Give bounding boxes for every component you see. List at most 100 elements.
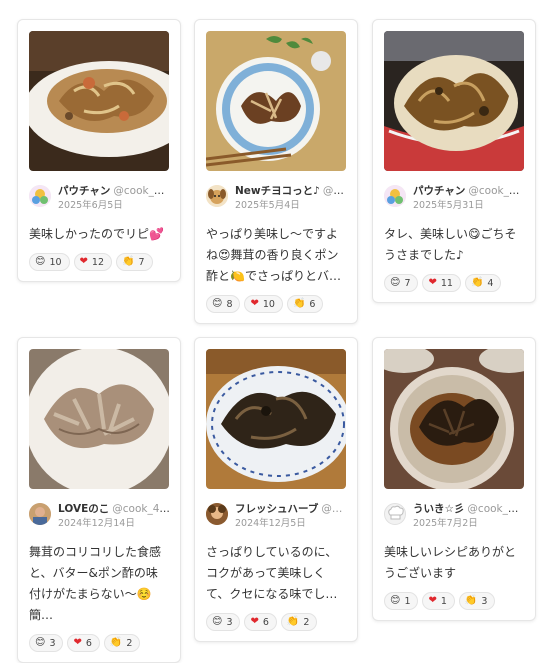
comment-card[interactable]: Newチヨコっと♪ @c… 2025年5月4日 やっぱり美味し〜ですよね😍舞茸の香… — [194, 19, 358, 324]
avatar[interactable] — [29, 503, 51, 525]
clap-reaction-button[interactable]: 👏 2 — [280, 613, 318, 631]
reaction-count: 3 — [226, 616, 233, 628]
author-handle: @cook_40… — [112, 503, 170, 515]
smile-reaction-button[interactable]: 😊 7 — [384, 274, 419, 292]
heart-reaction-button[interactable]: ❤ 10 — [244, 295, 283, 313]
clap-reaction-button[interactable]: 👏 6 — [286, 295, 324, 313]
heart-reaction-button[interactable]: ❤ 6 — [244, 613, 277, 631]
reaction-count: 3 — [49, 637, 56, 649]
dish-photo[interactable] — [384, 31, 524, 171]
comment-date: 2025年6月5日 — [58, 200, 123, 211]
comment-text: やっぱり美味し〜ですよね😍舞茸の香り良くポン酢と🍋でさっぱりとバ… — [206, 227, 341, 283]
clap-emoji-icon: 👏 — [464, 595, 478, 606]
reaction-count: 11 — [440, 277, 453, 289]
author-name[interactable]: パウチャン — [413, 185, 465, 197]
author-row: フレッシュハーブ @… 2024年12月5日 — [206, 502, 346, 530]
avatar[interactable] — [206, 503, 228, 525]
reaction-bar: 😊 8 ❤ 10 👏 6 — [206, 295, 346, 313]
chef-hat-icon — [388, 505, 404, 520]
heart-emoji-icon: ❤ — [428, 277, 437, 288]
clap-reaction-button[interactable]: 👏 3 — [458, 592, 496, 610]
heart-emoji-icon: ❤ — [250, 298, 259, 309]
smile-reaction-button[interactable]: 😊 3 — [206, 613, 241, 631]
dish-photo[interactable] — [384, 349, 524, 489]
comment-text: さっぱりしているのに、コクがあって美味しくて、クセになる味でし… — [206, 545, 338, 601]
comment-date: 2024年12月5日 — [235, 518, 306, 529]
reaction-bar: 😊 10 ❤ 12 👏 7 — [29, 253, 169, 271]
reaction-bar: 😊 1 ❤ 1 👏 3 — [384, 592, 524, 610]
clap-emoji-icon: 👏 — [470, 277, 484, 288]
comment-date: 2024年12月14日 — [58, 518, 135, 529]
heart-emoji-icon: ❤ — [79, 256, 88, 267]
reaction-count: 8 — [226, 298, 233, 310]
smile-emoji-icon: 😊 — [212, 298, 223, 309]
author-row: Newチヨコっと♪ @c… 2025年5月4日 — [206, 184, 347, 212]
reaction-count: 2 — [126, 637, 133, 649]
heart-reaction-button[interactable]: ❤ 6 — [67, 634, 100, 652]
comment-text: 美味しいレシピありがとうございます — [384, 545, 517, 580]
reaction-count: 6 — [262, 616, 269, 628]
reaction-count: 12 — [91, 256, 105, 268]
comment-text: 美味しかったのでリピ💕 — [29, 227, 164, 241]
dish-photo[interactable] — [29, 349, 169, 489]
smile-emoji-icon: 😊 — [35, 637, 46, 648]
reaction-count: 4 — [487, 277, 494, 289]
heart-reaction-button[interactable]: ❤ 1 — [422, 592, 455, 610]
avatar[interactable] — [384, 185, 406, 207]
reaction-count: 1 — [440, 595, 447, 607]
heart-reaction-button[interactable]: ❤ 11 — [422, 274, 461, 292]
clap-emoji-icon: 👏 — [286, 616, 300, 627]
heart-reaction-button[interactable]: ❤ 12 — [73, 253, 113, 271]
reaction-bar: 😊 3 ❤ 6 👏 2 — [206, 613, 346, 631]
smile-reaction-button[interactable]: 😊 1 — [384, 592, 419, 610]
comment-card[interactable]: パウチャン @cook_4… 2025年6月5日 美味しかったのでリピ💕 😊 10 … — [17, 19, 181, 282]
author-name[interactable]: パウチャン — [58, 185, 110, 197]
reaction-count: 2 — [303, 616, 310, 628]
reaction-count: 10 — [49, 256, 62, 268]
author-name[interactable]: ういき☆彡 — [413, 503, 464, 515]
dish-photo[interactable] — [206, 349, 346, 489]
avatar[interactable] — [384, 503, 406, 525]
comment-card[interactable]: ういき☆彡 @cook_4… 2025年7月2日 美味しいレシピありがとうございま… — [372, 337, 536, 621]
author-handle: @cook_4… — [113, 185, 170, 197]
smile-reaction-button[interactable]: 😊 8 — [206, 295, 241, 313]
reaction-bar: 😊 3 ❤ 6 👏 2 — [29, 634, 169, 652]
heart-emoji-icon: ❤ — [428, 595, 437, 606]
heart-emoji-icon: ❤ — [73, 637, 82, 648]
reaction-count: 1 — [404, 595, 411, 607]
clap-reaction-button[interactable]: 👏 4 — [464, 274, 502, 292]
comment-date: 2025年7月2日 — [413, 518, 478, 529]
heart-emoji-icon: ❤ — [250, 616, 259, 627]
comment-text: 舞茸のコリコリした食感と、バター&ポン酢の味付けがたまらない〜☺️簡… — [29, 545, 162, 622]
author-handle: @… — [321, 503, 343, 515]
author-row: LOVEのこ@cook_40… 2024年12月14日 — [29, 502, 170, 530]
author-name[interactable]: Newチヨコっと♪ — [235, 185, 320, 197]
reaction-count: 7 — [404, 277, 411, 289]
dish-photo[interactable] — [206, 31, 346, 171]
author-handle: @cook_4… — [468, 185, 525, 197]
reaction-count: 10 — [262, 298, 275, 310]
author-name[interactable]: フレッシュハーブ — [235, 503, 318, 515]
avatar[interactable] — [206, 185, 228, 207]
smile-reaction-button[interactable]: 😊 10 — [29, 253, 70, 271]
reaction-count: 6 — [85, 637, 92, 649]
smile-emoji-icon: 😊 — [212, 616, 223, 627]
smile-reaction-button[interactable]: 😊 3 — [29, 634, 64, 652]
reaction-count: 6 — [309, 298, 316, 310]
reaction-bar: 😊 7 ❤ 11 👏 4 — [384, 274, 524, 292]
clap-reaction-button[interactable]: 👏 7 — [116, 253, 153, 271]
clap-emoji-icon: 👏 — [122, 256, 135, 267]
author-name[interactable]: LOVEのこ — [58, 503, 109, 515]
comment-card[interactable]: フレッシュハーブ @… 2024年12月5日 さっぱりしているのに、コクがあって美… — [194, 337, 358, 642]
comment-card[interactable]: LOVEのこ@cook_40… 2024年12月14日 舞茸のコリコリした食感と… — [17, 337, 181, 663]
clap-reaction-button[interactable]: 👏 2 — [103, 634, 141, 652]
comment-card[interactable]: パウチャン @cook_4… 2025年5月31日 タレ、美味しい😋ごちそうさまで… — [372, 19, 536, 303]
comment-date: 2025年5月4日 — [235, 200, 300, 211]
avatar[interactable] — [29, 185, 51, 207]
clap-emoji-icon: 👏 — [292, 298, 306, 309]
dish-photo[interactable] — [29, 31, 169, 171]
author-row: パウチャン @cook_4… 2025年5月31日 — [384, 184, 525, 212]
author-row: パウチャン @cook_4… 2025年6月5日 — [29, 184, 170, 212]
smile-emoji-icon: 😊 — [35, 256, 46, 267]
comment-text: タレ、美味しい😋ごちそうさまでした♪ — [384, 227, 517, 262]
